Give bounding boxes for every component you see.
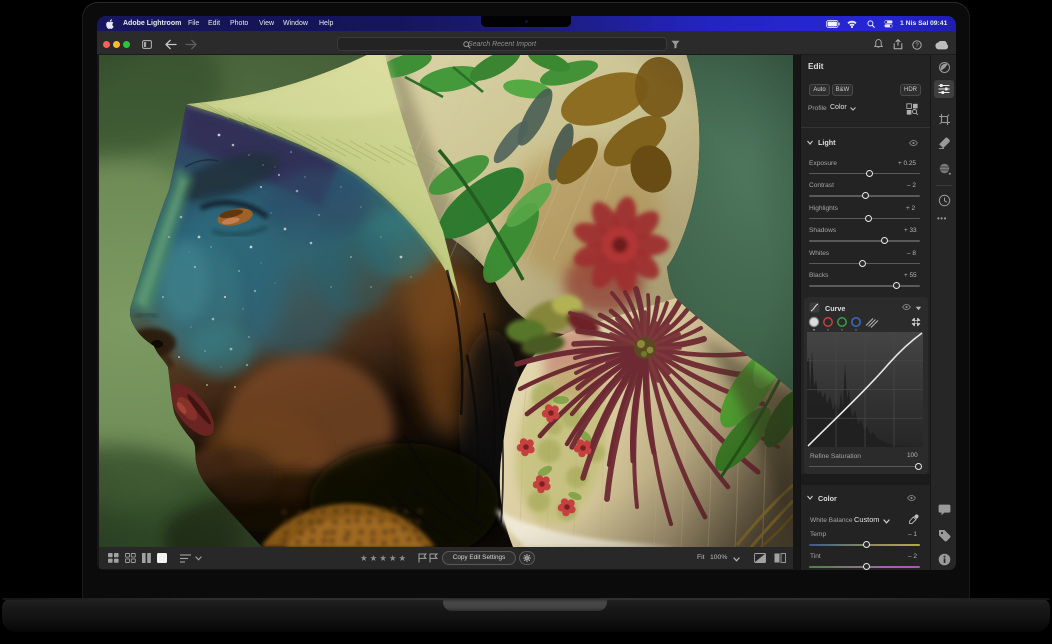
svg-text:?: ? (915, 43, 919, 49)
